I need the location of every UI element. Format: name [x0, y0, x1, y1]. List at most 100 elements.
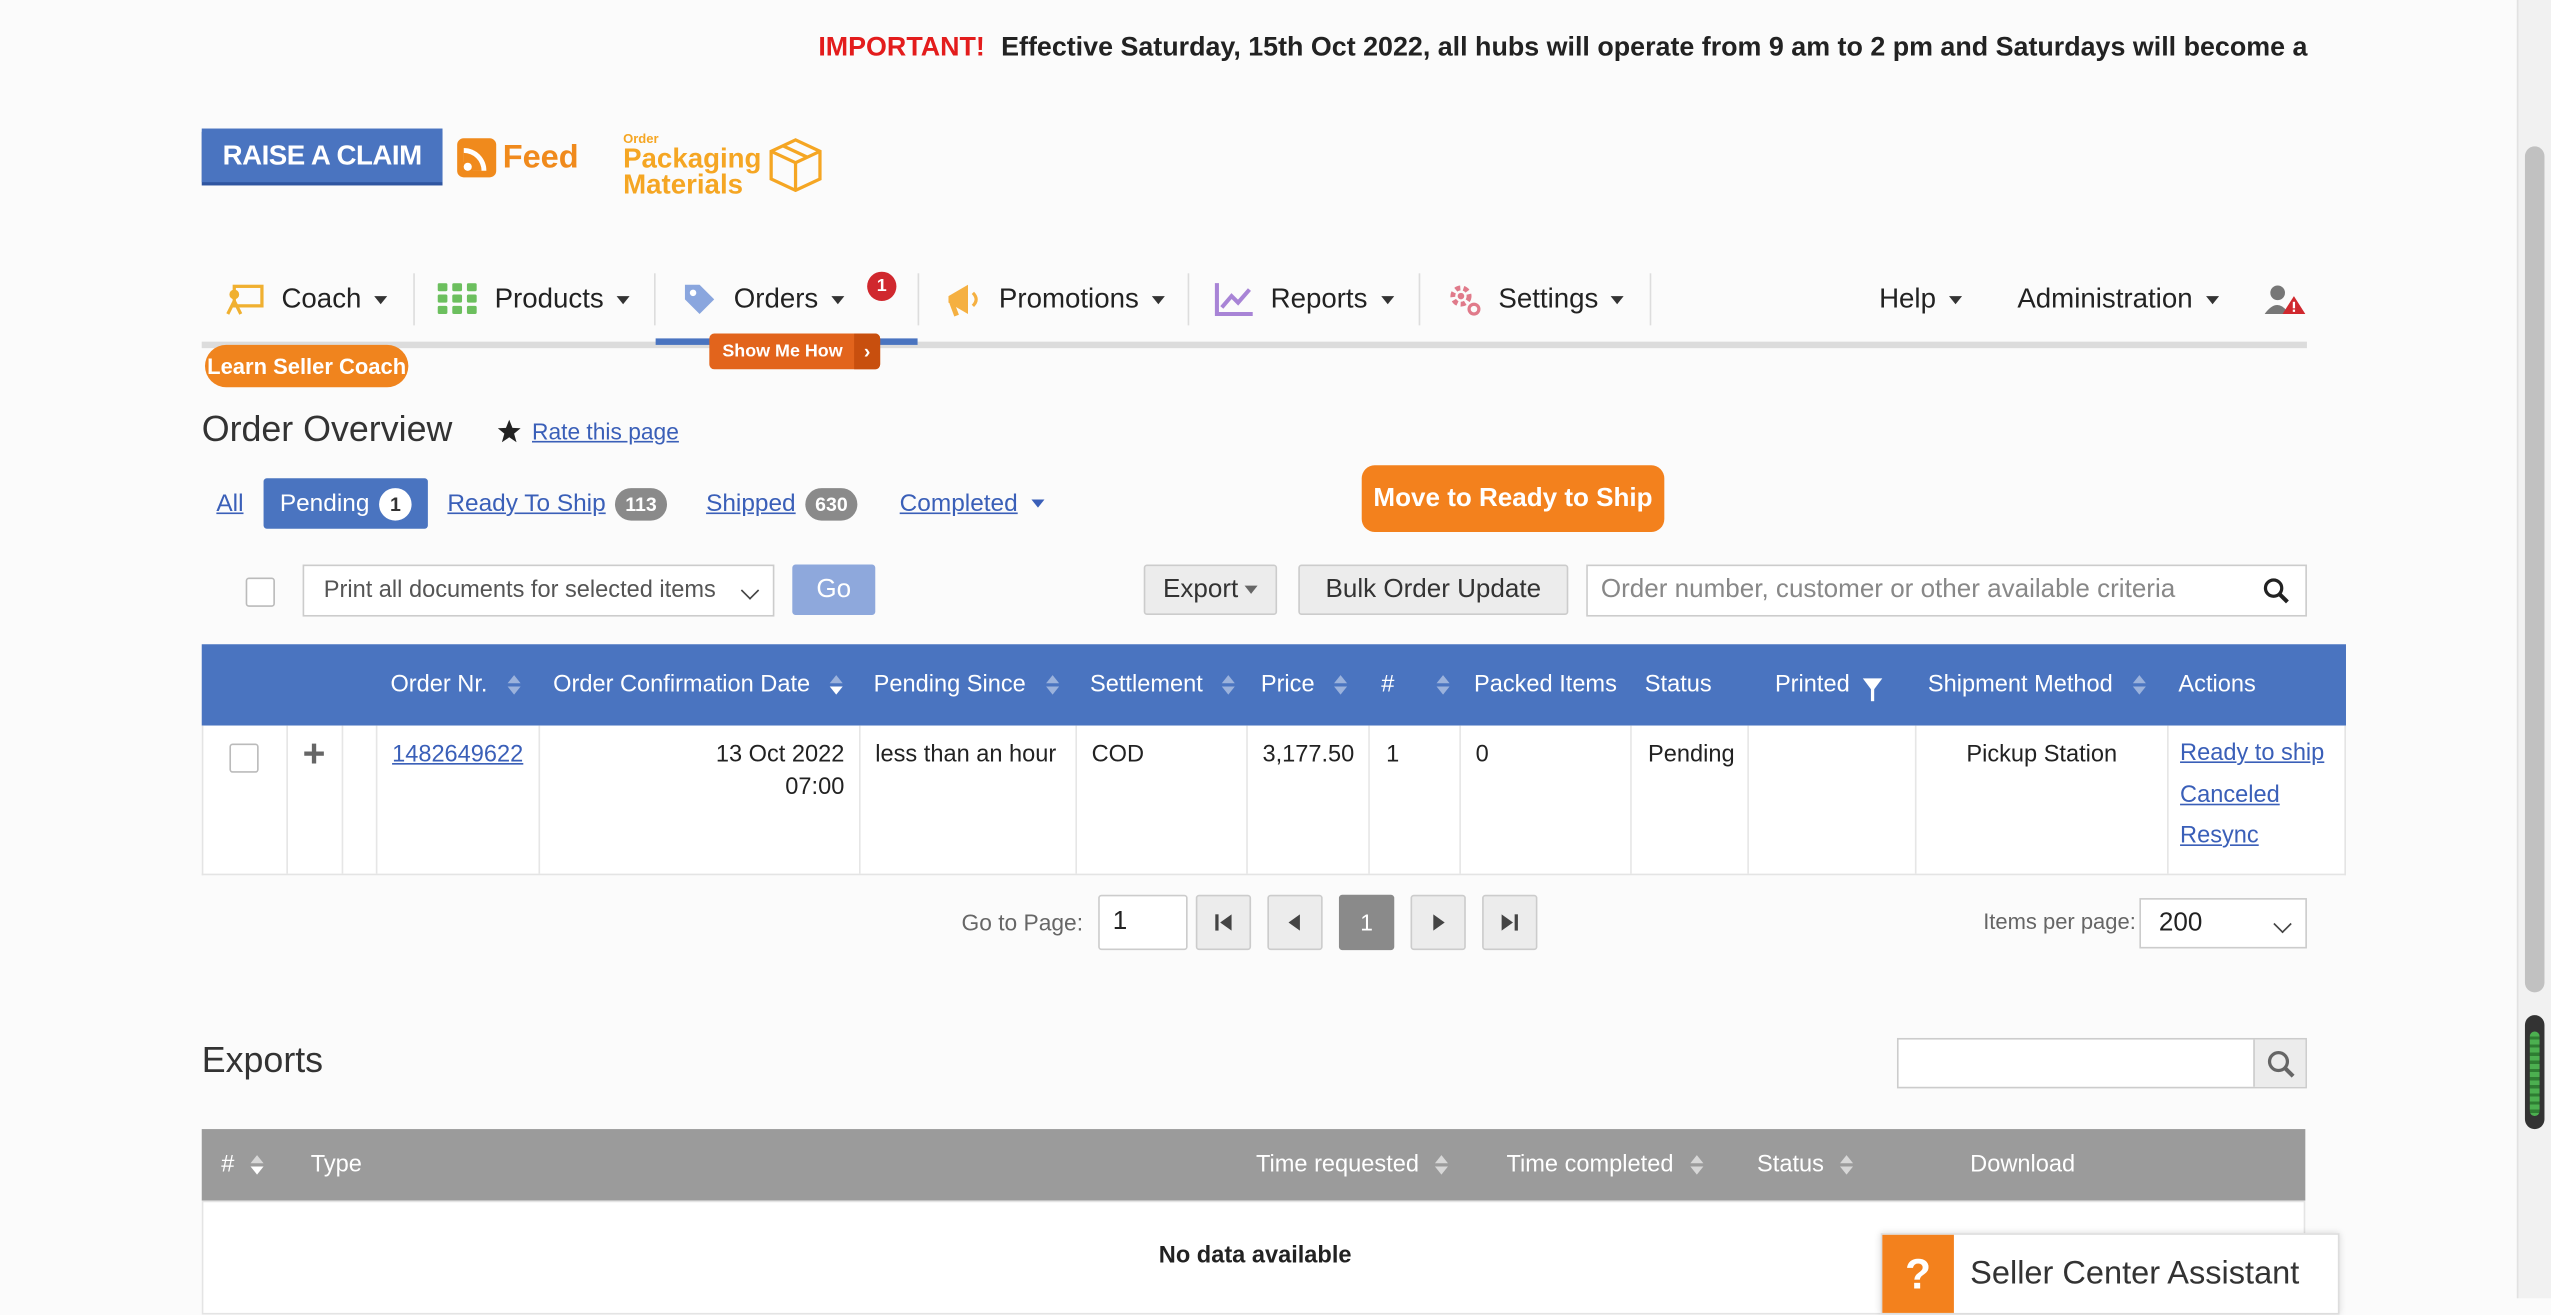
expand-plus-icon[interactable]: + [303, 732, 326, 778]
move-to-ready-button[interactable]: Move to Ready to Ship [1361, 465, 1665, 532]
col-label: Download [1970, 1151, 2076, 1178]
ex-col-number[interactable]: # [221, 1129, 264, 1201]
col-count[interactable]: # [1381, 644, 1450, 725]
grid-icon [437, 283, 477, 314]
rss-icon [457, 138, 497, 178]
goto-page-input[interactable]: 1 [1098, 894, 1188, 951]
col-order-nr[interactable]: Order Nr. [390, 644, 520, 725]
packaging-materials-link[interactable]: Order Packaging Materials [623, 132, 761, 199]
sort-icon [1334, 675, 1348, 695]
col-label: Settlement [1090, 671, 1203, 698]
col-shipment-method[interactable]: Shipment Method [1928, 644, 2146, 725]
search-icon[interactable] [2263, 578, 2289, 604]
user-alert-button[interactable] [2264, 260, 2307, 338]
star-icon [497, 419, 521, 443]
nav-item-reports[interactable]: Reports [1214, 260, 1394, 338]
learn-seller-coach-button[interactable]: Learn Seller Coach [204, 344, 409, 388]
scroll-indicator-widget[interactable] [2524, 1015, 2545, 1130]
nav-divider [413, 273, 415, 326]
actions-cell: Ready to ship Canceled Resync [2169, 726, 2348, 874]
page-scrollbar[interactable] [2516, 0, 2551, 1299]
chevron-down-icon [2205, 295, 2219, 304]
packed-value: 0 [1475, 741, 1489, 768]
exports-table-header: # Type Time requested Time completed Sta… [201, 1129, 2306, 1201]
ready-to-ship-link[interactable]: Ready to ship [2180, 740, 2324, 766]
sort-icon [1436, 675, 1450, 695]
ex-col-time-requested[interactable]: Time requested [1255, 1129, 1449, 1201]
chevron-down-icon [616, 295, 630, 304]
nav-item-products[interactable]: Products [437, 260, 630, 338]
items-per-page-select[interactable]: 200 [2139, 898, 2307, 949]
nav-item-coach[interactable]: Coach [226, 260, 388, 338]
col-label: Status [1757, 1151, 1824, 1178]
scrollbar-thumb[interactable] [2524, 146, 2545, 993]
last-page-button[interactable] [1482, 894, 1538, 951]
show-me-how-button[interactable]: Show Me How › [709, 333, 881, 370]
filter-icon[interactable] [1862, 678, 1883, 702]
printed-cell [1749, 725, 1917, 874]
nav-divider [1418, 273, 1421, 326]
row-checkbox[interactable] [229, 743, 259, 773]
search-icon [2267, 1050, 2294, 1077]
raise-claim-button[interactable]: RAISE A CLAIM [201, 128, 443, 183]
col-printed[interactable]: Printed [1775, 644, 1883, 725]
resync-link[interactable]: Resync [2180, 823, 2259, 849]
nav-item-promotions[interactable]: Promotions [944, 260, 1165, 338]
next-page-button[interactable] [1410, 894, 1466, 951]
current-page-button[interactable]: 1 [1338, 894, 1395, 951]
nav-item-administration[interactable]: Administration [2017, 260, 2219, 338]
sort-icon [1689, 1155, 1703, 1175]
tab-completed[interactable]: Completed [900, 478, 1044, 528]
select-all-checkbox[interactable] [245, 577, 275, 607]
sort-icon [250, 1155, 264, 1175]
exports-search-input[interactable] [1896, 1037, 2307, 1089]
nav-item-settings[interactable]: Settings [1446, 260, 1625, 338]
tab-shipped[interactable]: Shipped 630 [706, 478, 858, 528]
table-row: + 1482649622 13 Oct 2022 07:00 less than… [201, 725, 2348, 876]
order-number-link[interactable]: 1482649622 [392, 742, 523, 768]
feed-link[interactable]: Feed [457, 133, 579, 182]
col-price[interactable]: Price [1261, 644, 1348, 725]
order-date: 13 Oct 2022 [715, 741, 845, 768]
ex-col-time-completed[interactable]: Time completed [1507, 1129, 1703, 1201]
nav-item-help[interactable]: Help [1879, 260, 1962, 338]
page-title: Order Overview [201, 408, 453, 450]
bulk-order-update-button[interactable]: Bulk Order Update [1298, 564, 1569, 615]
order-search-input[interactable]: Order number, customer or other availabl… [1586, 564, 2307, 617]
col-label: Order Confirmation Date [553, 671, 811, 698]
canceled-link[interactable]: Canceled [2180, 782, 2280, 808]
gear-icon [1450, 285, 1481, 316]
order-nr-cell: 1482649622 [377, 725, 541, 874]
confirmation-date-cell: 13 Oct 2022 07:00 [540, 725, 861, 874]
chevron-down-icon [1380, 295, 1394, 304]
tab-all[interactable]: All [216, 478, 243, 528]
announcement-banner: IMPORTANT! Effective Saturday, 15th Oct 2… [818, 33, 2308, 72]
coach-icon [226, 284, 264, 315]
col-settlement[interactable]: Settlement [1090, 644, 1236, 725]
rate-page-link[interactable]: Rate this page [532, 418, 679, 444]
ex-col-status[interactable]: Status [1757, 1129, 1854, 1201]
price-cell: 3,177.50 [1248, 725, 1370, 874]
col-confirmation-date[interactable]: Order Confirmation Date [553, 644, 843, 725]
box-icon [769, 138, 822, 192]
go-button[interactable]: Go [792, 564, 876, 615]
col-label: # [1381, 671, 1395, 698]
col-pending-since[interactable]: Pending Since [874, 644, 1059, 725]
chevron-down-icon [740, 581, 760, 600]
seller-center-assistant-button[interactable]: ? Seller Center Assistant [1880, 1233, 2340, 1315]
sort-icon [1045, 675, 1059, 695]
previous-page-button[interactable] [1267, 894, 1323, 951]
col-label: Status [1644, 671, 1712, 698]
orders-table-header: Order Nr. Order Confirmation Date Pendin… [201, 644, 2346, 726]
export-button[interactable]: Export [1143, 564, 1278, 615]
exports-search-button[interactable] [2253, 1039, 2306, 1087]
tab-pending[interactable]: Pending 1 [263, 478, 428, 529]
col-status: Status [1645, 644, 1712, 725]
first-page-button[interactable] [1195, 894, 1252, 951]
print-documents-select[interactable]: Print all documents for selected items [302, 564, 775, 617]
tab-ready-to-ship[interactable]: Ready To Ship 113 [447, 478, 667, 528]
search-placeholder: Order number, customer or other availabl… [1600, 575, 2176, 604]
col-label: Time requested [1255, 1151, 1420, 1178]
shipment-value: Pickup Station [1966, 741, 2118, 768]
nav-label-reports: Reports [1270, 283, 1368, 314]
